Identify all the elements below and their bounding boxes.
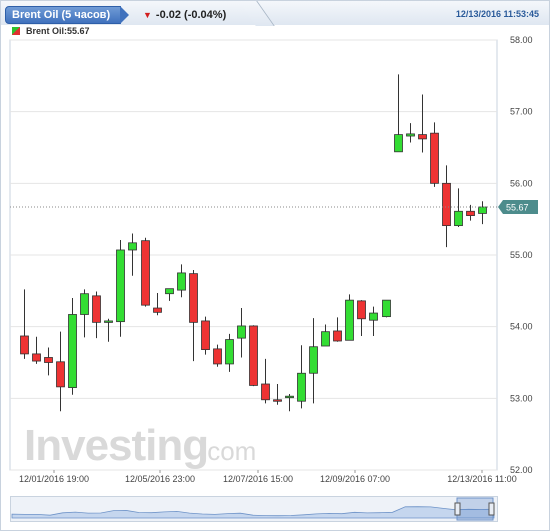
candle-body [357,300,366,320]
candle-body [369,312,378,321]
candle-body [177,272,186,291]
candle-body [466,210,475,216]
candle-body [92,295,101,323]
x-tick-label: 12/01/2016 19:00 [19,474,89,484]
candle-body [430,132,439,184]
candle-body [297,372,306,402]
y-tick-label: 57.00 [510,107,533,117]
x-tick-label: 12/13/2016 11:00 [447,474,516,484]
candle-body [32,353,41,362]
candle-body [333,330,342,342]
candle-body [116,249,125,323]
x-tick-label: 12/07/2016 15:00 [223,474,293,484]
candle-body [165,288,174,295]
candle-body [382,299,391,318]
candle-body [345,299,354,341]
navigator-selection[interactable] [456,497,494,521]
candle-body [237,325,246,339]
candle-body [309,346,318,374]
candle-body [249,325,258,386]
candle-body [213,348,222,365]
candle-body [104,320,113,323]
candle-body [225,339,234,365]
candle-body [406,133,415,137]
candle-body [285,395,294,399]
candle-body [261,383,270,401]
watermark-logo: Investing [24,421,208,470]
candle-body [454,210,463,227]
candle-body [68,314,77,388]
navigator-series [11,506,495,519]
candle-body [394,134,403,153]
candle-body [321,331,330,347]
watermark-suffix: .com [200,436,256,466]
candle-body [128,242,137,251]
navigator-right-handle[interactable] [488,502,495,516]
last-price-label: 55.67 [506,202,529,212]
candle-body [80,293,89,315]
candle-body [44,357,53,363]
candle-body [418,134,427,140]
x-tick-label: 12/09/2016 07:00 [320,474,390,484]
candle-body [141,240,150,306]
candle-body [201,320,210,350]
candle-body [478,206,487,214]
y-tick-label: 56.00 [510,178,533,188]
y-tick-label: 54.00 [510,322,533,332]
navigator-left-handle[interactable] [454,502,461,516]
candle-body [189,273,198,323]
candle-body [20,335,29,355]
candle-body [442,182,451,227]
y-tick-label: 53.00 [510,393,533,403]
candle-body [56,361,65,388]
price-chart: 52.0053.0054.0055.0056.0057.0058.00Inves… [9,35,538,521]
candle-body [273,399,282,402]
y-tick-label: 58.00 [510,35,533,45]
y-tick-label: 55.00 [510,250,533,260]
x-tick-label: 12/05/2016 23:00 [125,474,195,484]
candle-body [153,307,162,313]
